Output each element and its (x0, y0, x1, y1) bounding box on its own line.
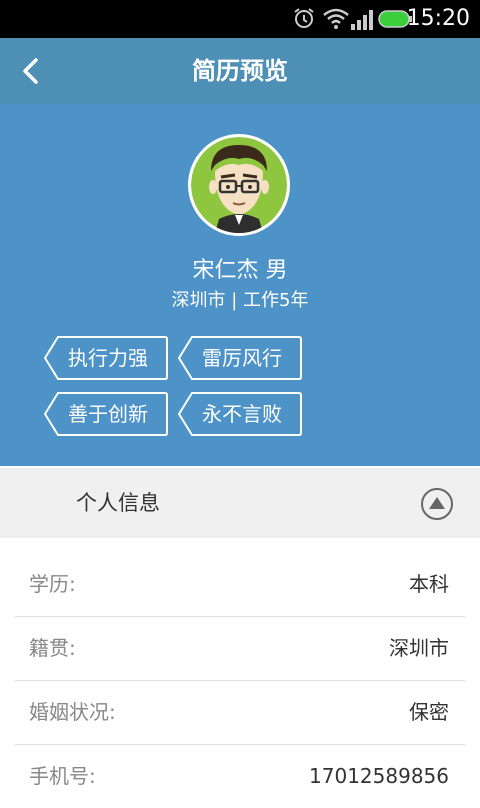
avatar-image (191, 137, 287, 233)
info-row-phone: 手机号: 17012589856 (15, 744, 465, 808)
section-title: 个人信息 (76, 491, 160, 515)
info-row-education: 学历: 本科 (15, 552, 465, 617)
info-row-marital-status: 婚姻状况: 保密 (15, 680, 465, 745)
profile-name: 宋仁杰 男 (192, 258, 288, 283)
info-label: 籍贯: (29, 636, 76, 660)
tag-badge: 永不言败 (178, 392, 302, 436)
wifi-icon (323, 8, 349, 29)
app-header: 简历预览 (0, 38, 480, 104)
status-bar: 15:20 (0, 0, 480, 38)
info-value: 保密 (409, 700, 449, 724)
tag-badge: 善于创新 (44, 392, 168, 436)
alarm-icon (294, 8, 314, 28)
avatar (188, 134, 290, 236)
tag-label: 永不言败 (202, 402, 282, 426)
info-row-hometown: 籍贯: 深圳市 (15, 616, 465, 681)
collapse-up-icon[interactable] (420, 487, 454, 521)
info-value: 17012589856 (309, 764, 449, 788)
tag-label: 执行力强 (68, 346, 148, 370)
tag-badge: 雷厉风行 (178, 336, 302, 380)
info-label: 婚姻状况: (29, 700, 116, 724)
info-label: 学历: (29, 572, 76, 596)
info-value: 本科 (409, 572, 449, 596)
signal-icon (351, 10, 373, 30)
tag-label: 善于创新 (68, 402, 148, 426)
profile-card: 宋仁杰 男 深圳市 | 工作5年 执行力强 雷厉风行 善于创新 永不言败 (0, 104, 480, 466)
status-time: 15:20 (406, 6, 470, 31)
tag-badge: 执行力强 (44, 336, 168, 380)
info-value: 深圳市 (389, 636, 449, 660)
profile-meta: 深圳市 | 工作5年 (171, 290, 309, 311)
info-label: 手机号: (29, 764, 96, 788)
page-title: 简历预览 (192, 57, 288, 85)
tag-label: 雷厉风行 (202, 346, 282, 370)
personal-info-header[interactable]: 个人信息 (0, 468, 480, 538)
